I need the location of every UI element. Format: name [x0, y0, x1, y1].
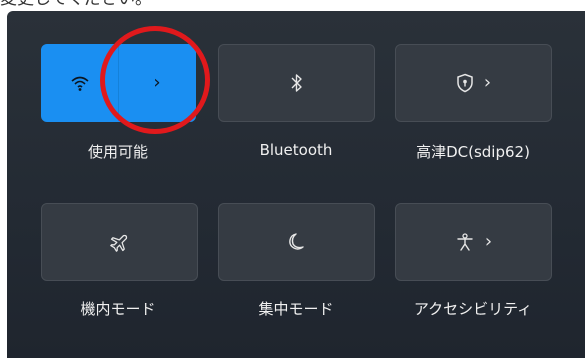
- tile-label-wifi: 使用可能: [87, 143, 148, 161]
- tile-label-accessibility: アクセシビリティ: [413, 300, 533, 318]
- focus-tile[interactable]: [218, 203, 375, 281]
- airplane-tile[interactable]: [41, 203, 198, 281]
- quick-settings-panel: › › 使用可能 Bluetooth 高津DC(sdip62) › 機内モード …: [7, 11, 585, 358]
- bluetooth-icon: [291, 74, 302, 92]
- tile-label-vpn: 高津DC(sdip62): [416, 143, 530, 161]
- accessibility-tile[interactable]: ›: [395, 203, 552, 281]
- accessibility-icon: [457, 233, 473, 251]
- focus-moon-icon: [288, 233, 304, 250]
- tile-label-airplane: 機内モード: [80, 300, 156, 318]
- bluetooth-tile[interactable]: [218, 44, 375, 122]
- vpn-shield-icon: [457, 73, 473, 93]
- highlight-circle-annotation: [100, 26, 210, 134]
- airplane-icon: [109, 234, 127, 252]
- vpn-tile[interactable]: ›: [395, 44, 552, 122]
- top-caption: 変更してください。: [0, 0, 585, 10]
- chevron-right-icon[interactable]: ›: [485, 233, 492, 251]
- tile-label-bluetooth: Bluetooth: [259, 141, 333, 159]
- chevron-right-icon[interactable]: ›: [484, 74, 491, 92]
- wifi-icon: [71, 76, 89, 91]
- tile-label-focus: 集中モード: [258, 300, 334, 318]
